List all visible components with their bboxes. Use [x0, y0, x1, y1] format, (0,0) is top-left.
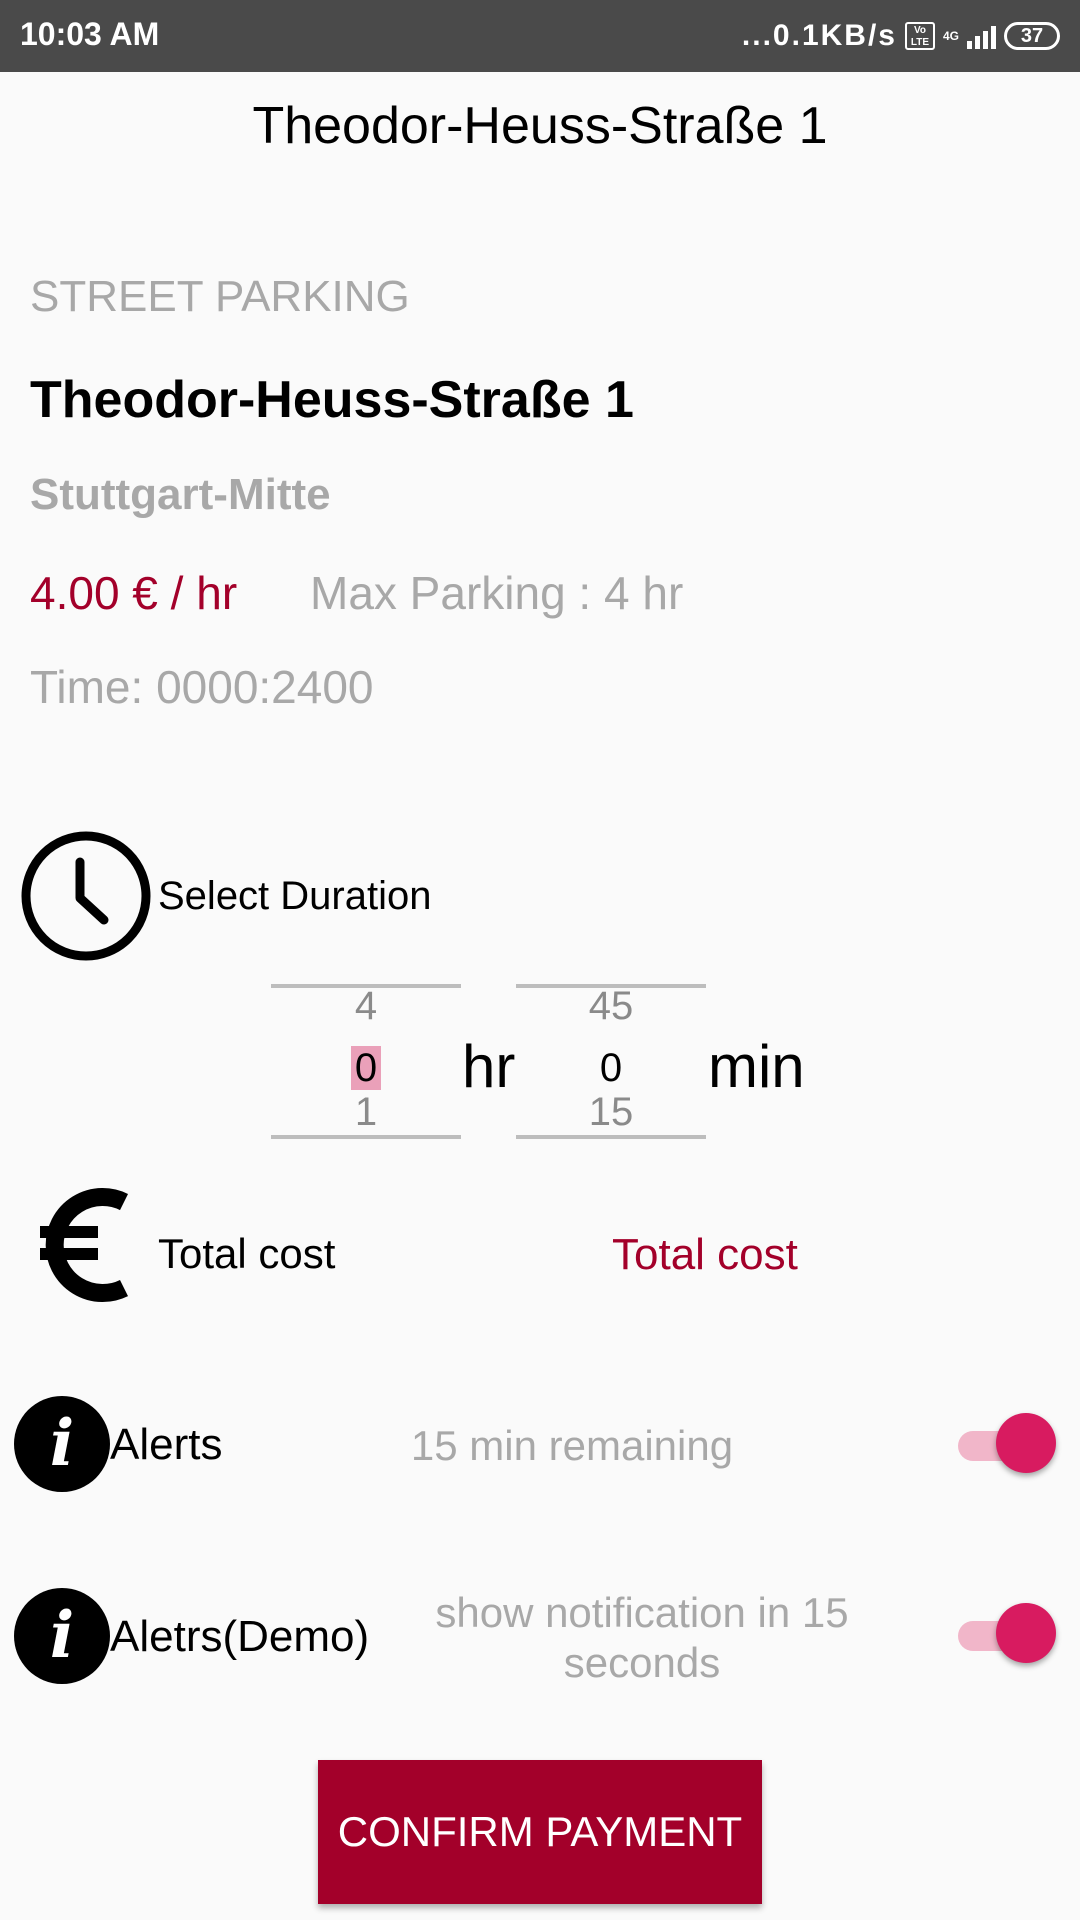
clock-icon — [21, 831, 151, 961]
page-title: Theodor-Heuss-Straße 1 — [252, 97, 828, 155]
status-indicators: ...0.1KB/s Vo LTE 4G 37 — [742, 14, 1060, 58]
euro-icon — [40, 1188, 128, 1302]
street-name: Theodor-Heuss-Straße 1 — [30, 371, 634, 429]
minutes-prev[interactable]: 45 — [516, 984, 706, 1029]
alerts-label: Alerts — [110, 1420, 223, 1469]
signal-icon — [967, 23, 996, 49]
status-time: 10:03 AM — [20, 16, 160, 52]
section-label: STREET PARKING — [30, 272, 410, 321]
minutes-current[interactable]: 0 — [516, 1046, 706, 1091]
hours-picker[interactable]: 4 0 1 — [271, 984, 461, 1139]
minutes-picker[interactable]: 45 0 15 — [516, 984, 706, 1139]
status-bar: 10:03 AM ...0.1KB/s Vo LTE 4G 37 — [0, 0, 1080, 72]
battery-icon: 37 — [1004, 22, 1060, 50]
select-duration-label: Select Duration — [158, 874, 432, 918]
demo-alerts-description: show notification in 15 seconds — [435, 1589, 849, 1686]
alerts-toggle[interactable] — [958, 1413, 1058, 1477]
demo-alerts-label: Aletrs(Demo) — [110, 1612, 370, 1661]
minutes-next[interactable]: 15 — [516, 1090, 706, 1135]
confirm-payment-button[interactable]: CONFIRM PAYMENT — [318, 1760, 762, 1904]
hours-prev[interactable]: 4 — [271, 984, 461, 1029]
max-parking: Max Parking : 4 hr — [310, 567, 684, 619]
net-speed: ...0.1KB/s — [741, 19, 897, 52]
total-cost-label: Total cost — [158, 1230, 336, 1277]
time-info: Time: 0000:2400 — [30, 661, 374, 713]
total-cost-value: Total cost — [612, 1230, 798, 1279]
demo-alerts-toggle[interactable] — [958, 1603, 1058, 1667]
hours-next[interactable]: 1 — [271, 1090, 461, 1135]
alerts-description: 15 min remaining — [410, 1422, 734, 1469]
district-name: Stuttgart-Mitte — [30, 470, 331, 519]
volte-icon: Vo LTE — [904, 22, 935, 50]
info-icon: i — [14, 1588, 110, 1684]
hours-current[interactable]: 0 — [271, 1046, 461, 1091]
minutes-unit: min — [708, 1033, 805, 1100]
hours-unit: hr — [462, 1033, 516, 1100]
network-type: 4G — [942, 29, 959, 43]
info-icon: i — [14, 1396, 110, 1492]
price-rate: 4.00 € / hr — [30, 567, 238, 619]
